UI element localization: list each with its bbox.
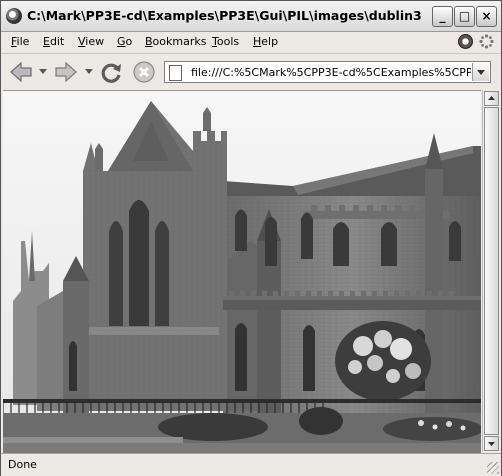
scrollbar-thumb[interactable] — [484, 107, 499, 435]
menu-edit[interactable]: Edit — [43, 35, 64, 48]
close-button[interactable]: × — [476, 6, 497, 27]
browser-app-icon — [6, 8, 22, 24]
forward-history-dropdown-icon[interactable] — [85, 69, 93, 74]
scroll-up-button[interactable] — [484, 91, 499, 106]
cathedral-photo — [3, 91, 481, 453]
page-icon — [169, 65, 182, 81]
reload-icon[interactable] — [98, 60, 124, 84]
vertical-scrollbar[interactable] — [482, 90, 500, 452]
window-title: C:\Mark\PP3E-cd\Examples\PP3E\Gui\PIL\im… — [27, 8, 421, 23]
url-text[interactable]: file:///C:%5CMark%5CPP3E-cd%5CExamples%5… — [191, 66, 471, 79]
scroll-down-button[interactable] — [484, 436, 499, 451]
update-status-icon[interactable] — [458, 34, 473, 49]
menu-file[interactable]: File — [11, 35, 29, 48]
maximize-button[interactable]: □ — [454, 6, 475, 27]
address-bar[interactable]: file:///C:%5CMark%5CPP3E-cd%5CExamples%5… — [164, 61, 491, 83]
back-arrow-icon[interactable] — [8, 60, 34, 84]
menu-help[interactable]: Help — [253, 35, 278, 48]
forward-arrow-icon[interactable] — [53, 60, 79, 84]
page-content — [3, 90, 481, 453]
menu-go[interactable]: Go — [117, 35, 132, 48]
menu-bookmarks[interactable]: Bookmarks — [145, 35, 206, 48]
menu-bar: File Edit View Go Bookmarks Tools Help — [1, 32, 501, 52]
address-history-dropdown[interactable] — [472, 63, 489, 81]
browser-window: C:\Mark\PP3E-cd\Examples\PP3E\Gui\PIL\im… — [0, 0, 502, 476]
menu-tools[interactable]: Tools — [212, 35, 239, 48]
resize-grip[interactable] — [487, 462, 499, 474]
throbber-icon — [479, 34, 494, 49]
menu-view[interactable]: View — [78, 35, 104, 48]
minimize-button[interactable]: _ — [432, 6, 453, 27]
title-bar[interactable]: C:\Mark\PP3E-cd\Examples\PP3E\Gui\PIL\im… — [1, 1, 501, 32]
stop-icon[interactable] — [132, 60, 158, 84]
status-text: Done — [8, 458, 37, 471]
status-bar: Done — [1, 453, 501, 476]
navigation-toolbar: file:///C:%5CMark%5CPP3E-cd%5CExamples%5… — [1, 53, 501, 90]
back-history-dropdown-icon[interactable] — [39, 69, 47, 74]
